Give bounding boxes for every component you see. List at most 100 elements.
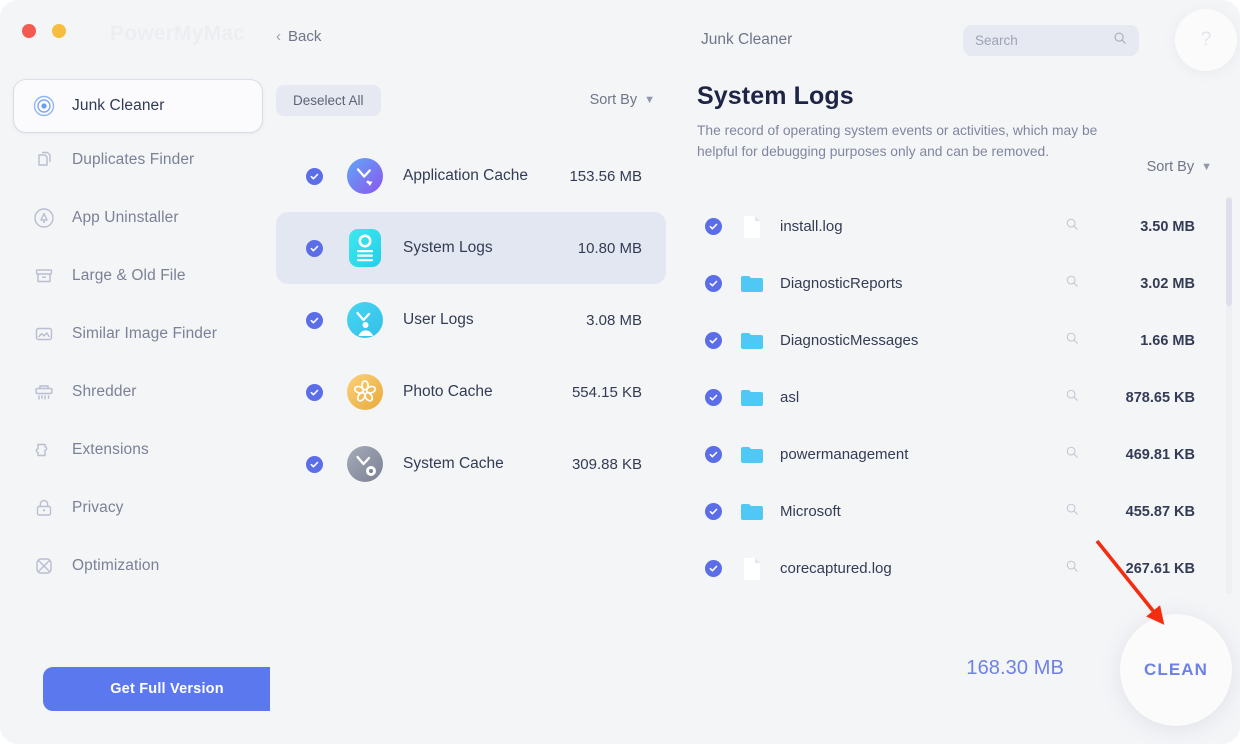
sidebar-item-app-uninstaller[interactable]: App Uninstaller <box>14 196 262 240</box>
file-checkbox[interactable] <box>705 332 722 349</box>
file-checkbox[interactable] <box>705 275 722 292</box>
reveal-in-finder-icon[interactable] <box>1065 217 1079 236</box>
sidebar-item-optimization[interactable]: Optimization <box>14 544 262 588</box>
reveal-in-finder-icon[interactable] <box>1065 502 1079 521</box>
folder-icon <box>740 272 764 296</box>
sort-by-categories[interactable]: Sort By ▼ <box>590 92 655 108</box>
category-checkbox[interactable] <box>306 456 323 473</box>
file-name: DiagnosticReports <box>780 275 1065 292</box>
puzzle-icon <box>32 438 56 462</box>
sidebar-item-extensions[interactable]: Extensions <box>14 428 262 472</box>
file-checkbox[interactable] <box>705 446 722 463</box>
question-mark-icon: ? <box>1201 29 1212 51</box>
sidebar-item-duplicates-finder[interactable]: Duplicates Finder <box>14 138 262 182</box>
search-icon <box>1113 31 1127 50</box>
file-size: 3.50 MB <box>1099 219 1195 235</box>
system-logs-icon <box>345 228 385 268</box>
file-checkbox[interactable] <box>705 503 722 520</box>
file-name: DiagnosticMessages <box>780 332 1065 349</box>
sidebar: PowerMyMac Junk Cleaner <box>0 0 270 744</box>
category-size: 3.08 MB <box>586 312 642 329</box>
lock-icon <box>32 496 56 520</box>
reveal-in-finder-icon[interactable] <box>1065 559 1079 578</box>
deselect-all-button[interactable]: Deselect All <box>276 85 381 116</box>
detail-panel: Junk Cleaner Search ? System Logs The re… <box>683 0 1240 744</box>
back-button[interactable]: ‹ Back <box>276 28 321 45</box>
sidebar-item-large-old-file[interactable]: Large & Old File <box>14 254 262 298</box>
reveal-in-finder-icon[interactable] <box>1065 445 1079 464</box>
category-name: User Logs <box>403 310 548 329</box>
file-row[interactable]: powermanagement 469.81 KB <box>693 426 1213 483</box>
folder-icon <box>740 443 764 467</box>
file-size: 455.87 KB <box>1099 504 1195 520</box>
file-row[interactable]: corecaptured.log 267.61 KB <box>693 540 1213 597</box>
category-checkbox[interactable] <box>306 240 323 257</box>
breadcrumb: Junk Cleaner <box>701 31 792 49</box>
sidebar-item-similar-image-finder[interactable]: Similar Image Finder <box>14 312 262 356</box>
app-circle-icon <box>32 206 56 230</box>
category-row-application-cache[interactable]: Application Cache 153.56 MB <box>276 140 666 212</box>
sidebar-item-shredder[interactable]: Shredder <box>14 370 262 414</box>
reveal-in-finder-icon[interactable] <box>1065 388 1079 407</box>
reveal-in-finder-icon[interactable] <box>1065 274 1079 293</box>
get-full-version-button[interactable]: Get Full Version <box>43 667 291 711</box>
sidebar-item-junk-cleaner[interactable]: Junk Cleaner <box>14 80 262 132</box>
file-checkbox[interactable] <box>705 560 722 577</box>
shredder-icon <box>32 380 56 404</box>
file-list-scrollbar[interactable] <box>1226 196 1232 594</box>
file-row[interactable]: DiagnosticReports 3.02 MB <box>693 255 1213 312</box>
minimize-button[interactable] <box>52 24 66 38</box>
file-name: powermanagement <box>780 446 1065 463</box>
category-name: System Cache <box>403 454 548 473</box>
category-checkbox[interactable] <box>306 384 323 401</box>
category-row-user-logs[interactable]: User Logs 3.08 MB <box>276 284 666 356</box>
file-name: install.log <box>780 218 1065 235</box>
sort-by-label: Sort By <box>1147 159 1195 175</box>
file-size: 1.66 MB <box>1099 333 1195 349</box>
user-logs-icon <box>345 300 385 340</box>
box-icon <box>32 264 56 288</box>
category-row-system-logs[interactable]: System Logs 10.80 MB <box>276 212 666 284</box>
reveal-in-finder-icon[interactable] <box>1065 331 1079 350</box>
sidebar-item-label: App Uninstaller <box>72 209 179 227</box>
system-cache-icon <box>345 444 385 484</box>
sort-by-files[interactable]: Sort By ▼ <box>1147 159 1212 175</box>
sort-by-label: Sort By <box>590 92 638 108</box>
scrollbar-thumb[interactable] <box>1226 198 1232 306</box>
file-row[interactable]: Microsoft 455.87 KB <box>693 483 1213 540</box>
category-checkbox[interactable] <box>306 168 323 185</box>
close-button[interactable] <box>22 24 36 38</box>
category-size: 10.80 MB <box>578 240 642 257</box>
category-row-system-cache[interactable]: System Cache 309.88 KB <box>276 428 666 500</box>
sidebar-item-label: Privacy <box>72 499 124 517</box>
file-checkbox[interactable] <box>705 218 722 235</box>
sidebar-item-label: Optimization <box>72 557 159 575</box>
file-size: 267.61 KB <box>1099 561 1195 577</box>
image-icon <box>32 322 56 346</box>
file-list: install.log 3.50 MB DiagnosticReports 3.… <box>693 198 1213 597</box>
file-row[interactable]: install.log 3.50 MB <box>693 198 1213 255</box>
help-button[interactable]: ? <box>1175 9 1237 71</box>
chevron-down-icon: ▼ <box>1201 161 1212 173</box>
clean-button[interactable]: CLEAN <box>1120 614 1232 726</box>
sidebar-nav: Junk Cleaner Duplicates Finder <box>14 80 262 602</box>
file-icon <box>740 557 764 581</box>
category-row-photo-cache[interactable]: Photo Cache 554.15 KB <box>276 356 666 428</box>
file-name: corecaptured.log <box>780 560 1065 577</box>
file-row[interactable]: DiagnosticMessages 1.66 MB <box>693 312 1213 369</box>
search-input[interactable]: Search <box>963 25 1139 56</box>
sidebar-item-label: Large & Old File <box>72 267 186 285</box>
sidebar-item-label: Extensions <box>72 441 149 459</box>
section-description: The record of operating system events or… <box>697 120 1117 162</box>
sidebar-item-privacy[interactable]: Privacy <box>14 486 262 530</box>
photo-cache-icon <box>345 372 385 412</box>
category-list: Application Cache 153.56 MB <box>276 140 666 500</box>
folder-icon <box>740 500 764 524</box>
category-checkbox[interactable] <box>306 312 323 329</box>
category-size: 153.56 MB <box>569 168 642 185</box>
file-row[interactable]: asl 878.65 KB <box>693 369 1213 426</box>
file-checkbox[interactable] <box>705 389 722 406</box>
window-controls <box>22 24 66 38</box>
app-cache-icon <box>345 156 385 196</box>
page-title: System Logs <box>697 82 854 111</box>
